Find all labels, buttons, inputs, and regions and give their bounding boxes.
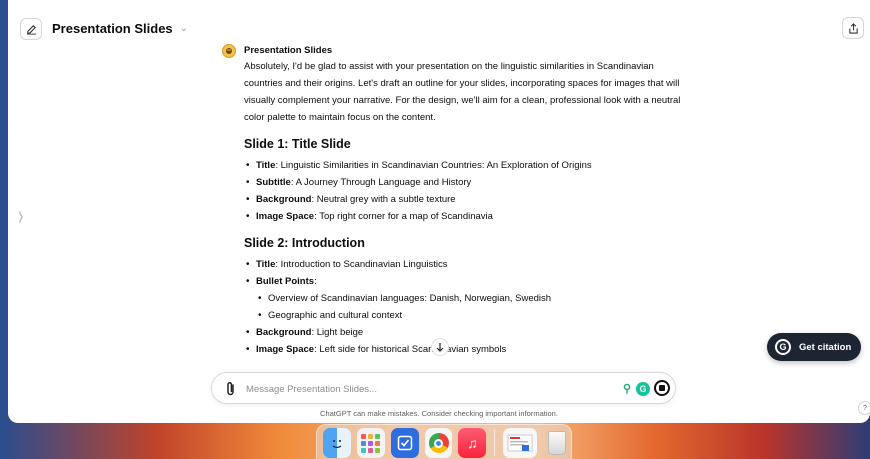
music-icon[interactable]: ♫ bbox=[458, 428, 487, 458]
list-item: Background: Light beige bbox=[244, 324, 684, 341]
item-label: Background bbox=[256, 194, 312, 205]
item-text: : bbox=[314, 276, 317, 287]
stop-generating-button[interactable] bbox=[654, 380, 670, 396]
launchpad-icon[interactable] bbox=[356, 428, 385, 458]
item-text: : Neutral grey with a subtle texture bbox=[311, 194, 456, 205]
grammarly-g-icon: G bbox=[775, 339, 791, 355]
item-text: : Top right corner for a map of Scandina… bbox=[314, 211, 493, 222]
top-bar: Presentation Slides ⌄ bbox=[8, 0, 870, 44]
list-item: Bullet Points: bbox=[244, 273, 684, 290]
list-item: Overview of Scandinavian languages: Dani… bbox=[244, 290, 684, 307]
assistant-message: Presentation Slides Absolutely, I'd be g… bbox=[244, 42, 684, 358]
list-item: Subtitle: A Journey Through Language and… bbox=[244, 174, 684, 191]
chrome-icon[interactable] bbox=[424, 428, 453, 458]
slide-heading: Slide 1: Title Slide bbox=[244, 137, 351, 151]
item-text: : Introduction to Scandinavian Linguisti… bbox=[275, 259, 448, 270]
preview-window-icon[interactable] bbox=[503, 428, 538, 458]
sidebar-toggle-icon[interactable]: ❭ bbox=[16, 210, 25, 223]
item-label: Background bbox=[256, 327, 312, 338]
conversation-title[interactable]: Presentation Slides ⌄ bbox=[52, 21, 188, 36]
get-citation-button[interactable]: G Get citation bbox=[767, 333, 861, 361]
grammarly-icon[interactable]: G bbox=[636, 382, 650, 396]
message-author: Presentation Slides bbox=[244, 45, 333, 56]
item-label: Title bbox=[256, 160, 276, 171]
item-text: : A Journey Through Language and History bbox=[290, 177, 472, 188]
message-intro: Absolutely, I'd be glad to assist with y… bbox=[244, 61, 681, 123]
share-button[interactable] bbox=[842, 17, 864, 39]
macos-dock: ♫ bbox=[316, 424, 572, 459]
edit-icon bbox=[26, 24, 36, 35]
slide-1-list: Title: Linguistic Similarities in Scandi… bbox=[244, 157, 684, 225]
list-item: Geographic and cultural context bbox=[244, 307, 684, 324]
item-text: : Light beige bbox=[311, 327, 364, 338]
gpt-avatar-icon bbox=[222, 44, 236, 58]
scroll-down-button[interactable] bbox=[431, 338, 449, 356]
extension-icons: ⚲ G bbox=[623, 381, 650, 397]
item-label: Image Space bbox=[256, 211, 315, 222]
share-icon bbox=[848, 22, 858, 34]
slide-2-list: Title: Introduction to Scandinavian Ling… bbox=[244, 256, 684, 358]
list-item: Title: Introduction to Scandinavian Ling… bbox=[244, 256, 684, 273]
disclaimer-text: ChatGPT can make mistakes. Consider chec… bbox=[320, 409, 558, 418]
chevron-down-icon: ⌄ bbox=[179, 23, 189, 34]
conversation-title-text: Presentation Slides bbox=[52, 21, 173, 36]
item-label: Bullet Points bbox=[256, 276, 315, 287]
dock-separator bbox=[494, 430, 496, 456]
list-item: Image Space: Top right corner for a map … bbox=[244, 208, 684, 225]
list-item: Image Space: Left side for historical Sc… bbox=[244, 341, 684, 358]
get-citation-label: Get citation bbox=[799, 341, 852, 353]
trash-icon[interactable] bbox=[543, 428, 571, 458]
message-input[interactable] bbox=[246, 380, 606, 398]
location-pin-icon[interactable]: ⚲ bbox=[623, 381, 633, 397]
item-text: : Left side for historical Scandinavian … bbox=[314, 344, 507, 355]
item-label: Image Space bbox=[256, 344, 315, 355]
new-chat-button[interactable] bbox=[20, 18, 42, 40]
message-composer: ⚲ G bbox=[211, 372, 676, 404]
arrow-down-icon bbox=[436, 342, 444, 352]
stop-icon bbox=[659, 385, 665, 391]
item-text: : Linguistic Similarities in Scandinavia… bbox=[275, 160, 592, 171]
list-item: Title: Linguistic Similarities in Scandi… bbox=[244, 157, 684, 174]
slide-heading: Slide 2: Introduction bbox=[244, 236, 365, 250]
checklist-app-icon[interactable] bbox=[390, 428, 419, 458]
help-button[interactable]: ? bbox=[858, 401, 870, 415]
paperclip-icon[interactable] bbox=[224, 381, 238, 397]
item-label: Title bbox=[256, 259, 276, 270]
item-label: Subtitle bbox=[256, 177, 291, 188]
chat-window: Presentation Slides ⌄ ❭ Presentation Sli… bbox=[8, 0, 870, 423]
finder-icon[interactable] bbox=[323, 428, 351, 458]
list-item: Background: Neutral grey with a subtle t… bbox=[244, 191, 684, 208]
